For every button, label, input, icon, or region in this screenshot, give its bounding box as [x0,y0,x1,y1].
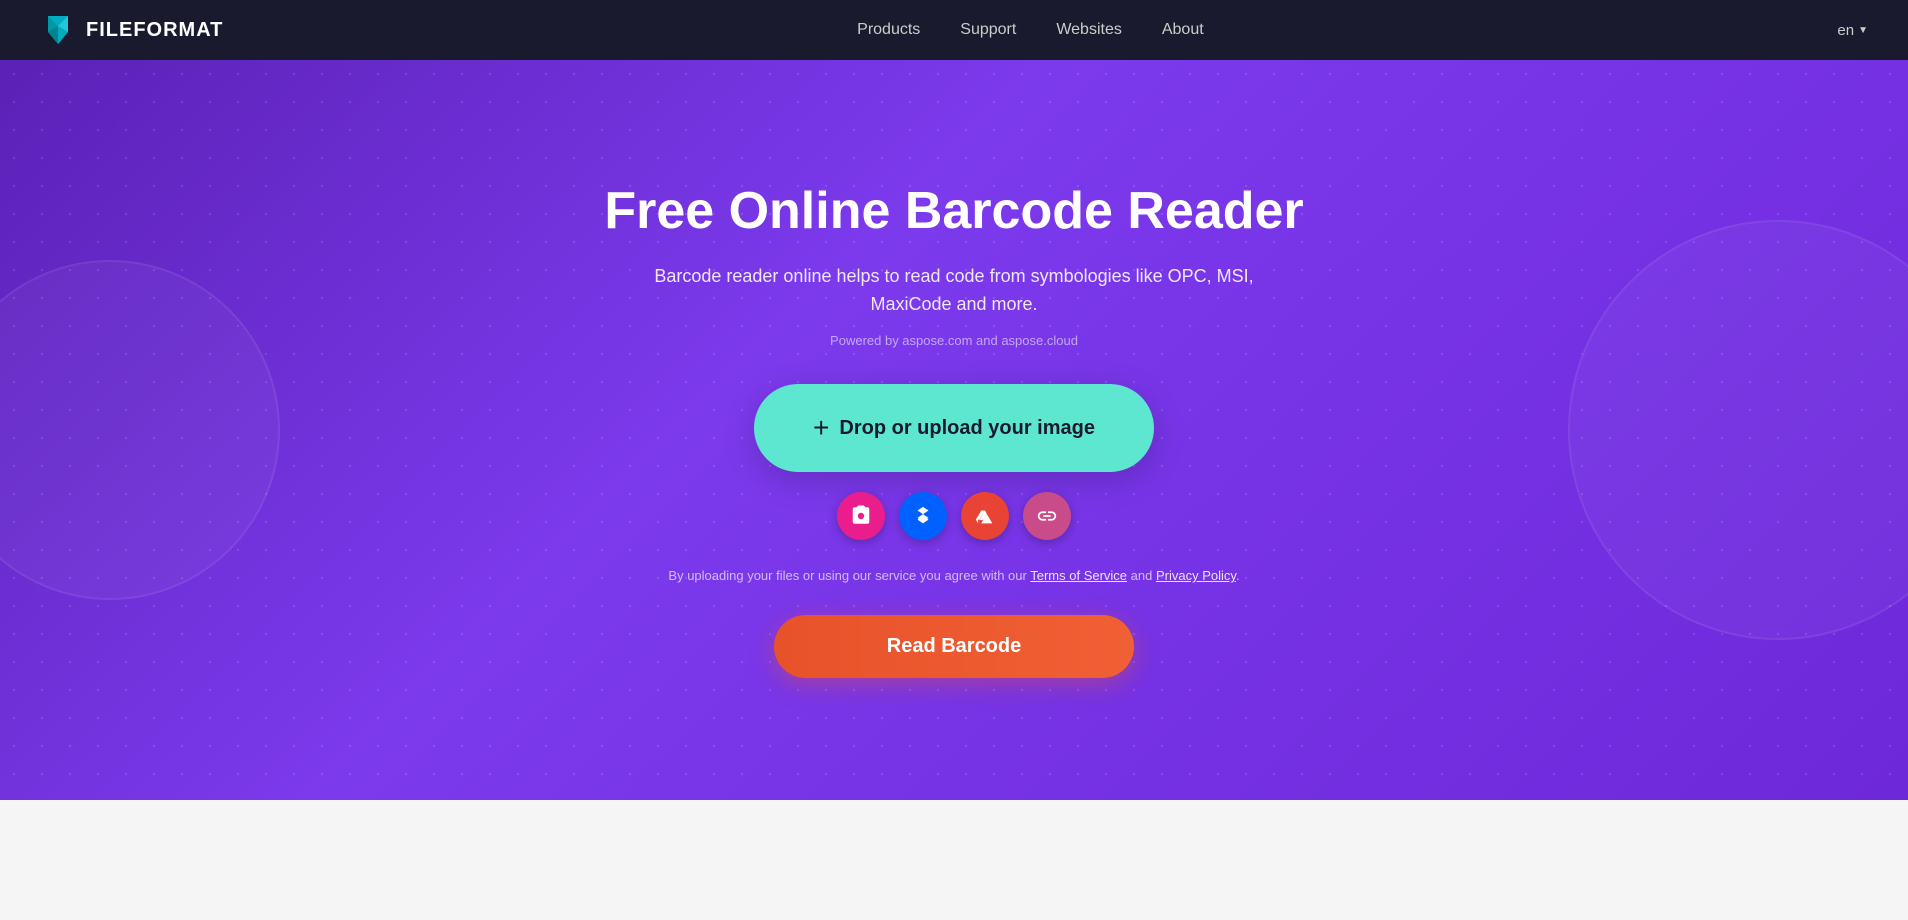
upload-label: Drop or upload your image [839,417,1095,440]
nav-link-products[interactable]: Products [857,21,920,38]
source-icons-row [837,492,1071,540]
hero-section: Free Online Barcode Reader Barcode reade… [0,60,1908,800]
hero-title: Free Online Barcode Reader [604,182,1303,242]
language-selector[interactable]: en ▼ [1837,22,1868,39]
upload-dropzone[interactable]: + Drop or upload your image [754,384,1154,472]
tos-notice: By uploading your files or using our ser… [668,568,1239,583]
camera-upload-button[interactable] [837,492,885,540]
nav-item-products[interactable]: Products [857,21,920,39]
decorative-circle-right [1568,220,1908,640]
nav-item-about[interactable]: About [1162,21,1204,39]
nav-link-websites[interactable]: Websites [1056,21,1122,38]
url-upload-button[interactable] [1023,492,1071,540]
nav-item-websites[interactable]: Websites [1056,21,1122,39]
dropbox-icon [912,505,934,527]
navbar: FILEFORMAT Products Support Websites Abo… [0,0,1908,60]
gdrive-icon [974,505,996,527]
bottom-section [0,800,1908,920]
logo-text: FILEFORMAT [86,19,223,42]
gdrive-upload-button[interactable] [961,492,1009,540]
tos-link[interactable]: Terms of Service [1030,568,1127,583]
nav-link-support[interactable]: Support [960,21,1016,38]
read-barcode-button[interactable]: Read Barcode [774,615,1134,678]
dropbox-upload-button[interactable] [899,492,947,540]
camera-icon [850,505,872,527]
privacy-link[interactable]: Privacy Policy [1156,568,1236,583]
language-label: en [1837,22,1854,39]
logo-icon [40,12,76,48]
logo-link[interactable]: FILEFORMAT [40,12,223,48]
link-icon [1036,505,1058,527]
nav-item-support[interactable]: Support [960,21,1016,39]
decorative-circle-left [0,260,280,600]
hero-powered: Powered by aspose.com and aspose.cloud [830,333,1078,348]
hero-subtitle: Barcode reader online helps to read code… [624,262,1284,320]
nav-link-about[interactable]: About [1162,21,1204,38]
nav-links: Products Support Websites About [857,21,1204,39]
chevron-down-icon: ▼ [1858,25,1868,36]
hero-content: Free Online Barcode Reader Barcode reade… [504,182,1404,678]
plus-icon: + [813,412,829,444]
